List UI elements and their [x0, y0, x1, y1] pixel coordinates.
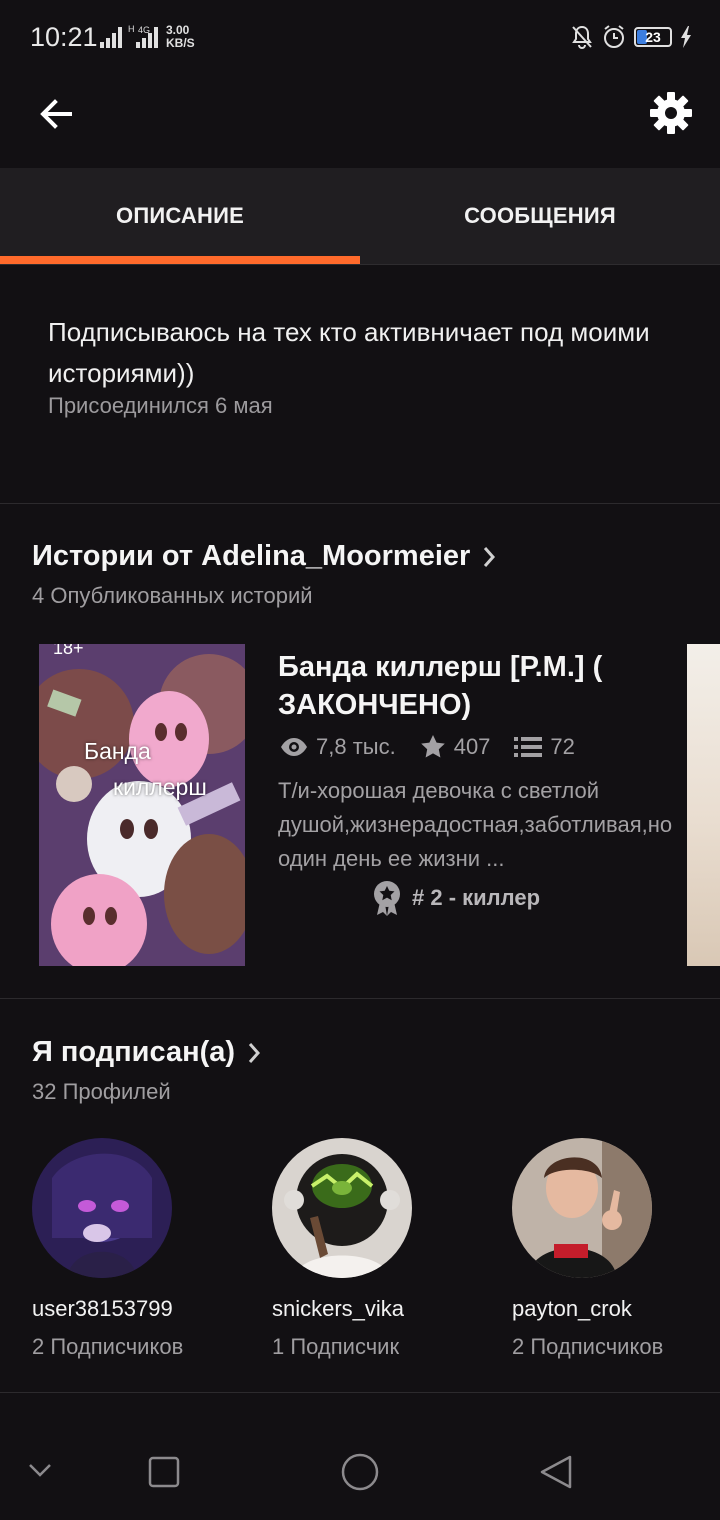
recents-square-icon[interactable]	[148, 1456, 180, 1488]
profile-followers: 2 Подписчиков	[512, 1334, 664, 1359]
cover-title-line2: киллерш	[113, 774, 207, 800]
alarm-icon	[604, 25, 624, 48]
status-bar: 10:21 H 4G 3.00 KB/S 23	[0, 0, 720, 72]
mute-icon	[572, 25, 592, 49]
tab-bar: ОПИСАНИЕ СООБЩЕНИЯ	[0, 168, 720, 265]
stat-views: 7,8 тыс.	[280, 734, 396, 760]
chevron-down-icon[interactable]	[28, 1462, 52, 1478]
cover-age: 18+	[53, 644, 84, 658]
stat-votes: 407	[420, 734, 491, 760]
signal-icon	[100, 27, 122, 48]
back-triangle-icon[interactable]	[538, 1454, 574, 1490]
speed-unit: KB/S	[166, 36, 195, 50]
stories-section-header[interactable]: Истории от Adelina_Moormeier	[32, 540, 496, 573]
profile-name: snickers_vika	[272, 1296, 405, 1321]
charging-icon	[681, 26, 691, 48]
story-rank: # 2 - киллер	[372, 880, 540, 916]
star-icon	[420, 735, 445, 758]
views-count: 7,8 тыс.	[316, 734, 396, 759]
story-title[interactable]: Банда киллерш [Р.М.] ( ЗАКОНЧЕНО)	[278, 648, 678, 724]
battery-level: 23	[645, 29, 661, 45]
status-time: 10:21	[30, 22, 98, 52]
divider	[0, 998, 720, 999]
following-section-title: Я подписан(а)	[32, 1036, 236, 1068]
story-cover-art	[39, 644, 245, 966]
divider	[0, 1392, 720, 1393]
votes-count: 407	[453, 734, 491, 759]
avatar[interactable]	[32, 1138, 172, 1278]
stat-parts: 72	[514, 734, 575, 760]
tab-messages[interactable]: СООБЩЕНИЯ	[360, 168, 720, 264]
cover-title-line1: Банда	[84, 738, 151, 764]
active-tab-indicator	[0, 256, 360, 264]
profile-followers: 1 Подписчик	[272, 1334, 400, 1359]
story-cover[interactable]: 18+ Банда киллерш	[39, 644, 245, 966]
joined-date: Присоединился 6 мая	[48, 393, 273, 418]
stories-section-title: Истории от Adelina_Moormeier	[32, 540, 471, 572]
following-section-header[interactable]: Я подписан(а)	[32, 1036, 261, 1069]
home-circle-icon[interactable]	[340, 1452, 380, 1492]
profile-card[interactable]: payton_crok 2 Подписчиков	[512, 1138, 712, 1360]
gear-icon[interactable]	[648, 90, 694, 136]
award-ribbon-icon	[374, 881, 400, 916]
list-icon	[514, 737, 543, 757]
profile-followers: 2 Подписчиков	[32, 1334, 184, 1359]
rank-label: # 2 - киллер	[412, 885, 541, 910]
parts-count: 72	[550, 734, 575, 759]
status-right: 23	[570, 24, 692, 50]
arrow-left-icon[interactable]	[34, 92, 78, 136]
profile-name: user38153799	[32, 1296, 173, 1321]
profile-name: payton_crok	[512, 1296, 632, 1321]
network-type: 4G	[138, 25, 151, 35]
story-description: Т/и-хорошая девочка с светлой душой,жизн…	[278, 778, 673, 871]
chevron-right-icon	[484, 546, 496, 567]
tab-description[interactable]: ОПИСАНИЕ	[0, 168, 360, 264]
app-bar	[0, 72, 720, 168]
profile-description: Подписываюсь на тех кто активничает под …	[48, 317, 650, 388]
network-speed: 3.00 KB/S	[166, 24, 195, 50]
following-count: 32 Профилей	[32, 1079, 171, 1104]
stories-count: 4 Опубликованных историй	[32, 583, 313, 608]
h-plus-icon: H	[128, 24, 135, 34]
profile-card[interactable]: user38153799 2 Подписчиков	[32, 1138, 232, 1360]
profile-card[interactable]: snickers_vika 1 Подписчик	[272, 1138, 472, 1360]
avatar[interactable]	[512, 1138, 652, 1278]
story-stats: 7,8 тыс. 407 72	[280, 734, 599, 760]
eye-icon	[281, 738, 307, 756]
divider	[0, 503, 720, 504]
next-story-cover[interactable]	[687, 644, 720, 966]
system-nav-bar	[0, 1410, 720, 1520]
chevron-right-icon	[248, 1042, 261, 1063]
avatar[interactable]	[272, 1138, 412, 1278]
battery-icon: 23	[634, 27, 672, 47]
